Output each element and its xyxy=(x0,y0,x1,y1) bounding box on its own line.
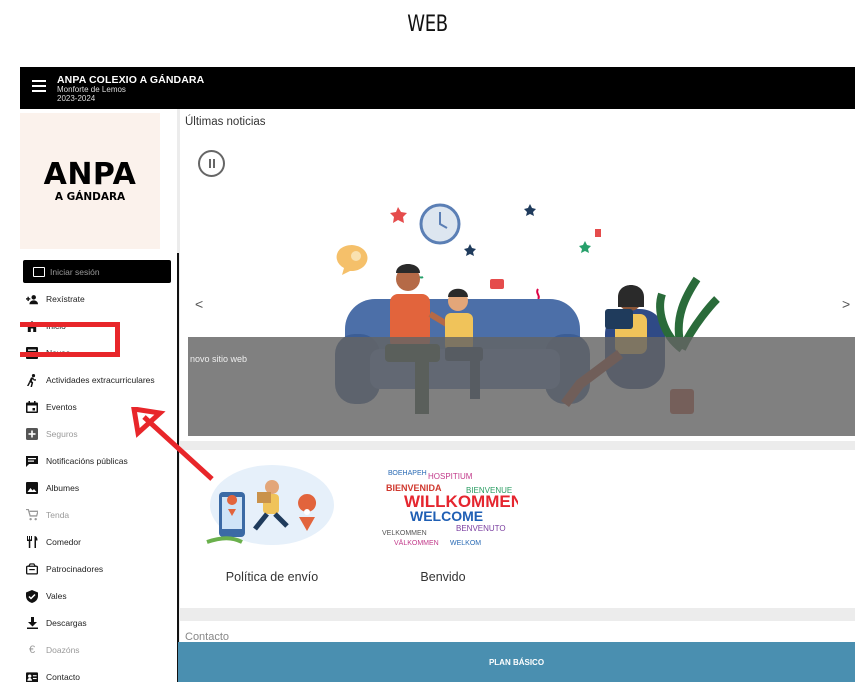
sidebar-item-label: Tenda xyxy=(46,510,70,520)
cart-icon xyxy=(26,509,38,521)
word-cloud-word: BENVENUTO xyxy=(456,524,506,533)
word-cloud-word: WELCOME xyxy=(410,508,483,524)
top-bar: ANPA COLEXIO A GÁNDARA Monforte de Lemos… xyxy=(20,67,855,109)
word-cloud-word: VÄLKOMMEN xyxy=(394,539,439,547)
shield-check-icon xyxy=(26,589,38,603)
message-icon xyxy=(26,455,38,467)
app-screenshot: ANPA COLEXIO A GÁNDARA Monforte de Lemos… xyxy=(20,67,855,682)
news-carousel-card: Últimas noticias < > novo sitio web xyxy=(180,109,855,441)
sidebar-item-comedor[interactable]: Comedor xyxy=(26,532,81,552)
sidebar-item-label: Seguros xyxy=(46,429,78,439)
news-section-title: Últimas noticias xyxy=(185,116,266,128)
slide-caption: novo sitio web xyxy=(190,354,248,364)
sidebar-item-label: Vales xyxy=(46,591,67,601)
carousel-prev-button[interactable]: < xyxy=(195,296,203,312)
highlight-box xyxy=(20,322,120,357)
sidebar-item-label: Actividades extracurriculares xyxy=(46,375,155,385)
hamburger-menu-icon[interactable] xyxy=(32,80,46,92)
plan-label: PLAN BÁSICO xyxy=(488,657,545,667)
pause-icon[interactable] xyxy=(198,150,225,177)
sidebar-item-label: Descargas xyxy=(46,618,87,628)
word-cloud-word: HOSPITIUM xyxy=(428,472,473,481)
cutlery-icon xyxy=(26,536,38,548)
red-arrow-annotation xyxy=(131,407,214,481)
card-label: Política de envío xyxy=(225,570,319,584)
sidebar-item-label: Albumes xyxy=(46,483,80,493)
word-cloud-word: WELKOM xyxy=(450,540,481,547)
download-icon xyxy=(26,617,38,629)
welcome-word-cloud: ВОЕНАРЕН HOSPITIUM BIENVENIDA WILLKOMMEN… xyxy=(368,457,523,557)
slide-caption-band xyxy=(188,337,855,436)
sidebar-item-descargas[interactable]: Descargas xyxy=(26,613,87,633)
sidebar-item-vales[interactable]: Vales xyxy=(26,586,67,606)
carousel-next-button[interactable]: > xyxy=(842,296,850,312)
sidebar-item-label: Eventos xyxy=(46,402,77,412)
sidebar-item-notificacions[interactable]: Notificacións públicas xyxy=(26,451,128,471)
plus-box-icon xyxy=(26,428,38,440)
sidebar-item-label: Comedor xyxy=(46,537,81,547)
anpa-logo[interactable]: ANPA A GÁNDARA xyxy=(20,113,160,249)
add-user-icon xyxy=(26,293,38,305)
card-benvido[interactable]: ВОЕНАРЕН HOSPITIUM BIENVENIDA WILLKOMMEN… xyxy=(368,457,523,584)
login-button[interactable]: Iniciar sesión xyxy=(23,260,171,283)
sidebar-item-tenda[interactable]: Tenda xyxy=(26,505,69,525)
sidebar-item-rexistrate[interactable]: Rexístrate xyxy=(26,289,85,309)
contact-card-icon xyxy=(26,671,38,682)
word-cloud-word: BIENVENUE xyxy=(466,486,512,495)
sidebar-item-albumes[interactable]: Albumes xyxy=(26,478,79,498)
login-label: Iniciar sesión xyxy=(50,266,100,277)
app-subtitle: Monforte de Lemos 2023-2024 xyxy=(57,85,126,103)
sponsor-icon xyxy=(26,563,38,575)
calendar-icon xyxy=(26,401,38,413)
info-cards-section: Política de envío ВОЕНАРЕН HOSPITIUM BIE… xyxy=(180,450,855,608)
sidebar-item-eventos[interactable]: Eventos xyxy=(26,397,77,417)
card-label: Benvido xyxy=(420,570,466,584)
sidebar-item-label: Notificacións públicas xyxy=(46,456,128,466)
sidebar-item-label: Contacto xyxy=(46,672,81,682)
app-year: 2023-2024 xyxy=(57,93,96,103)
sidebar-item-patrocinadores[interactable]: Patrocinadores xyxy=(26,559,103,579)
run-icon xyxy=(26,373,38,387)
sidebar-item-seguros[interactable]: Seguros xyxy=(26,424,78,444)
word-cloud-word: ВОЕНАРЕН xyxy=(388,470,427,477)
sidebar-item-contacto[interactable]: Contacto xyxy=(26,667,80,682)
sidebar-item-label: Doazóns xyxy=(46,645,80,655)
sidebar-item-label: Patrocinadores xyxy=(46,564,104,574)
euro-icon: € xyxy=(28,644,36,656)
login-icon xyxy=(33,266,45,277)
slide-caption-heading: WEB xyxy=(407,12,448,37)
word-cloud-word: VELKOMMEN xyxy=(382,530,427,537)
sidebar-item-doazons[interactable]: € Doazóns xyxy=(26,640,80,660)
logo-sub-text: A GÁNDARA xyxy=(54,190,126,203)
sidebar-item-actividades[interactable]: Actividades extracurriculares xyxy=(26,370,155,390)
sidebar: ANPA A GÁNDARA Iniciar sesión Rexístrate… xyxy=(20,109,177,682)
logo-main-text: ANPA xyxy=(43,156,137,192)
image-icon xyxy=(26,482,38,494)
page: WEB ANPA COLEXIO A GÁNDARA Monforte de L… xyxy=(0,0,855,682)
plan-basico-banner: PLAN BÁSICO xyxy=(178,642,855,682)
sidebar-item-label: Rexístrate xyxy=(46,294,85,304)
